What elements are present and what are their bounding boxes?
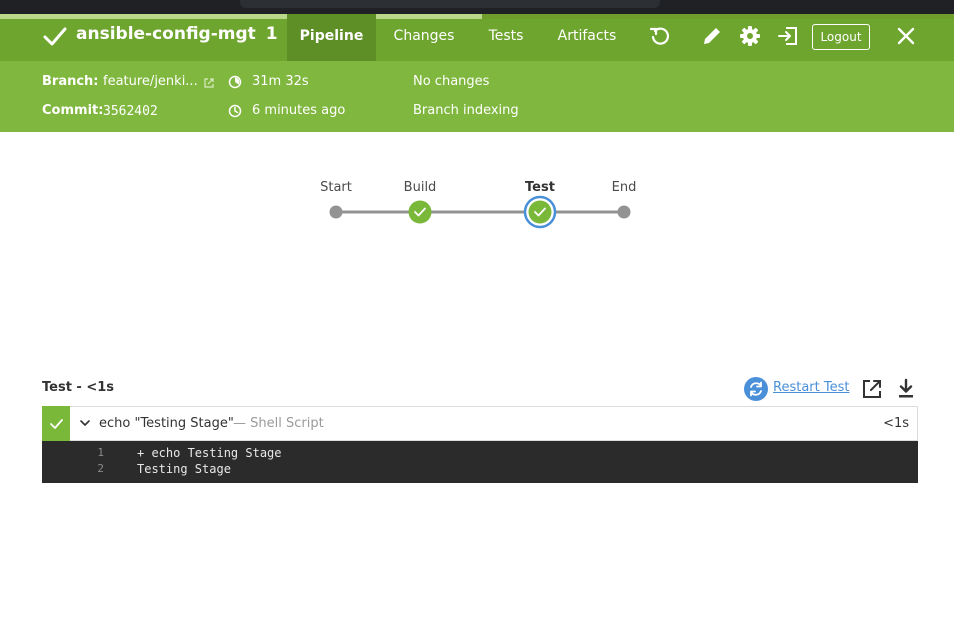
pipeline-name: ansible-config-mgt: [76, 24, 256, 44]
run-started-time: 6 minutes ago: [252, 103, 346, 118]
sign-out-icon[interactable]: [777, 25, 799, 47]
run-duration: 31m 32s: [252, 74, 309, 89]
logout-button[interactable]: Logout: [812, 24, 870, 50]
log-line: 2 Testing Stage: [42, 461, 918, 477]
log-line-text: Testing Stage: [137, 462, 231, 476]
stage-node-end[interactable]: [617, 205, 631, 219]
run-number: 1: [265, 24, 278, 44]
external-link-icon[interactable]: [203, 77, 215, 89]
tab-changes[interactable]: Changes: [383, 14, 465, 61]
branch-value[interactable]: feature/jenki...: [103, 74, 198, 89]
page-title: ansible-config-mgt 1: [76, 24, 278, 44]
open-in-new-icon[interactable]: [861, 378, 883, 400]
edit-icon[interactable]: [701, 25, 723, 47]
stage-node-build[interactable]: [408, 200, 432, 224]
stage-node-start[interactable]: [329, 205, 343, 219]
log-line-number[interactable]: 2: [82, 461, 104, 477]
step-log-output: 1 + echo Testing Stage 2 Testing Stage: [42, 441, 918, 483]
close-icon[interactable]: [895, 25, 917, 47]
log-line-number[interactable]: 1: [82, 445, 104, 461]
log-line: 1 + echo Testing Stage: [42, 445, 918, 461]
commit-label: Commit:: [42, 103, 104, 118]
step-name: echo "Testing Stage": [99, 416, 234, 431]
step-duration: <1s: [883, 416, 909, 431]
browser-chrome-strip: [0, 0, 954, 14]
browser-tab-edge: [240, 0, 660, 8]
changes-summary: No changes: [413, 74, 490, 89]
chevron-down-icon[interactable]: [79, 417, 91, 429]
branch-label: Branch:: [42, 74, 99, 89]
pipeline-graph: Start Build Test End: [300, 170, 660, 240]
replay-icon[interactable]: [649, 25, 671, 47]
commit-hash[interactable]: 3562402: [103, 104, 158, 119]
run-info-bar: Branch: feature/jenki... Commit: 3562402…: [0, 61, 954, 132]
settings-gear-icon[interactable]: [739, 25, 761, 47]
run-cause: Branch indexing: [413, 103, 519, 118]
stage-label-start[interactable]: Start: [306, 180, 366, 195]
stage-detail-title: Test - <1s: [42, 380, 115, 395]
tab-pipeline[interactable]: Pipeline: [287, 14, 376, 61]
tab-artifacts[interactable]: Artifacts: [548, 14, 626, 61]
time-clock-icon: [228, 104, 242, 118]
log-line-text: + echo Testing Stage: [137, 446, 282, 460]
step-status-success: [42, 406, 70, 441]
stage-label-end[interactable]: End: [594, 180, 654, 195]
check-icon: [43, 27, 67, 46]
restart-stage-link[interactable]: Restart Test: [773, 380, 849, 395]
loading-progress-bar: [0, 14, 954, 19]
restart-icon[interactable]: [744, 377, 768, 401]
step-row[interactable]: echo "Testing Stage" — Shell Script <1s: [42, 406, 918, 441]
step-type: — Shell Script: [233, 416, 324, 431]
download-icon[interactable]: [896, 378, 916, 400]
stage-node-test[interactable]: [523, 195, 557, 229]
tab-tests[interactable]: Tests: [478, 14, 534, 61]
duration-clock-icon: [228, 75, 242, 89]
check-icon: [50, 419, 63, 429]
stage-label-build[interactable]: Build: [390, 180, 450, 195]
stage-label-test[interactable]: Test: [510, 180, 570, 195]
